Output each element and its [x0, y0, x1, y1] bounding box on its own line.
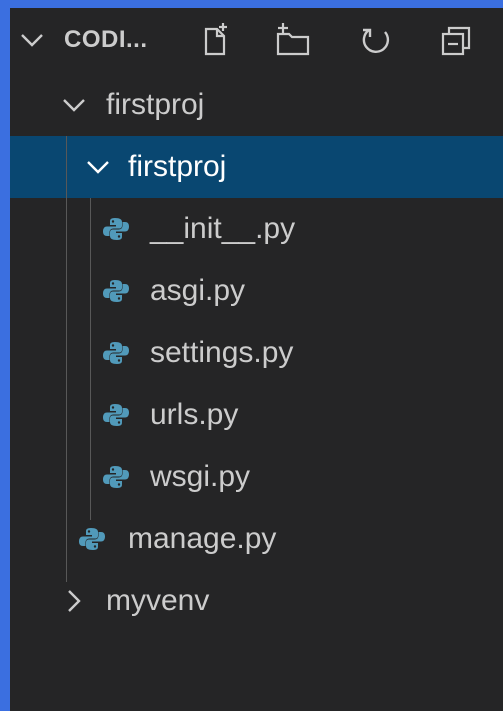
tree-item-file[interactable]: wsgi.py — [10, 446, 503, 508]
python-icon — [103, 466, 129, 488]
file-label: settings.py — [150, 336, 294, 369]
tree-item-file[interactable]: settings.py — [10, 322, 503, 384]
python-icon — [79, 528, 105, 550]
collapse-all-button[interactable] — [434, 18, 478, 62]
folder-label: myvenv — [106, 584, 210, 617]
file-label: asgi.py — [150, 274, 246, 307]
python-icon — [103, 280, 129, 302]
tree-item-root-folder[interactable]: firstproj — [10, 74, 503, 136]
chevron-down-icon — [87, 161, 109, 174]
explorer-section-header[interactable]: CODI... — [10, 8, 503, 72]
python-icon — [103, 342, 129, 364]
refresh-button[interactable] — [354, 18, 398, 62]
tree-item-file[interactable]: urls.py — [10, 384, 503, 446]
file-label: wsgi.py — [150, 460, 251, 493]
tree-item-file[interactable]: __init__.py — [10, 198, 503, 260]
chevron-down-icon[interactable] — [16, 24, 48, 56]
folder-label: firstproj — [128, 150, 227, 183]
tree-item-file[interactable]: asgi.py — [10, 260, 503, 322]
file-label: urls.py — [150, 398, 239, 431]
refresh-icon — [362, 28, 390, 53]
python-icon — [103, 218, 129, 240]
new-file-icon — [204, 23, 227, 56]
folder-label: firstproj — [106, 88, 205, 121]
section-title: CODI... — [64, 26, 148, 53]
file-label: manage.py — [128, 522, 277, 555]
python-icon — [103, 404, 129, 426]
collapse-all-icon — [441, 26, 471, 56]
chevron-down-icon — [63, 99, 85, 112]
explorer-panel: CODI... firstproj firstproj __init__.py … — [10, 8, 503, 711]
new-folder-button[interactable] — [272, 18, 316, 62]
tree-item-venv-folder[interactable]: myvenv — [10, 570, 503, 632]
tree-item-file[interactable]: manage.py — [10, 508, 503, 570]
file-label: __init__.py — [150, 212, 296, 245]
chevron-right-icon — [68, 590, 81, 612]
tree-item-sub-folder[interactable]: firstproj — [10, 136, 503, 198]
new-file-button[interactable] — [194, 18, 238, 62]
new-folder-icon — [276, 23, 310, 56]
